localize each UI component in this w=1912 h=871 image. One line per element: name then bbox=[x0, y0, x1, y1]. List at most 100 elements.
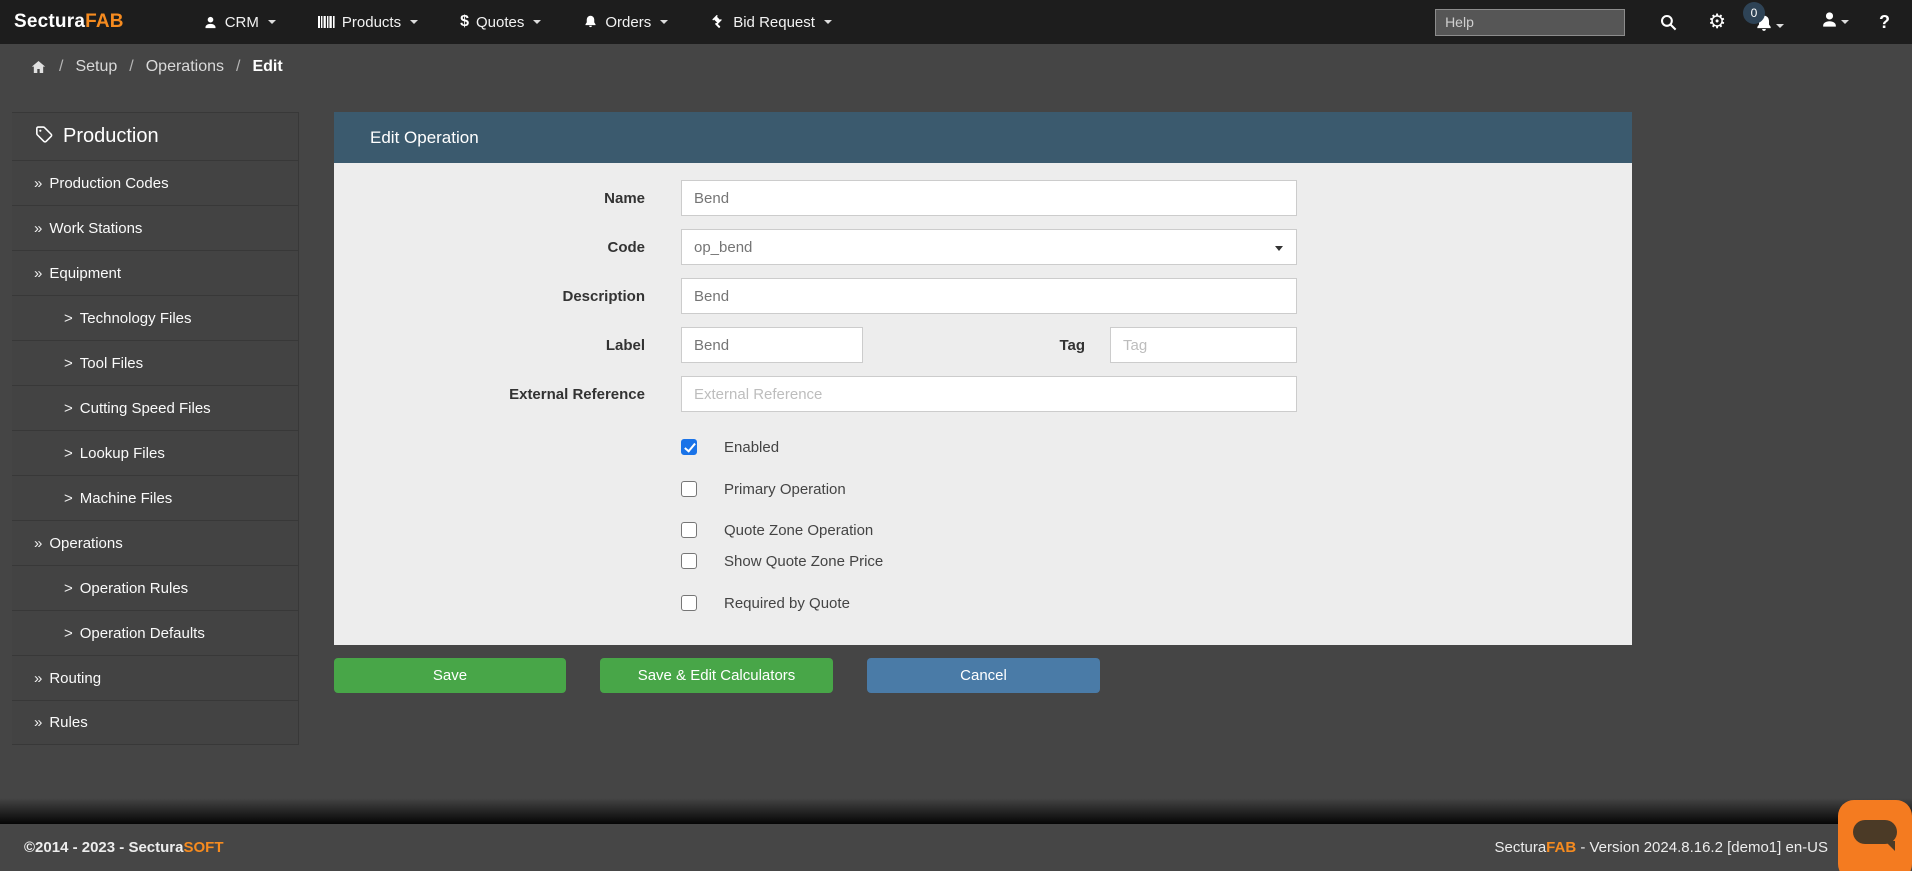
cancel-button[interactable]: Cancel bbox=[867, 658, 1100, 693]
sidebar-item-label: Operation Rules bbox=[80, 580, 188, 597]
required-by-quote-row: Required by Quote bbox=[681, 595, 1632, 611]
chevron-right-icon: > bbox=[64, 355, 73, 372]
enabled-checkbox[interactable] bbox=[681, 439, 697, 455]
chat-bubble-icon bbox=[1852, 818, 1898, 857]
user-icon bbox=[203, 15, 218, 30]
chevron-double-icon: » bbox=[34, 175, 42, 192]
primary-operation-checkbox[interactable] bbox=[681, 481, 697, 497]
menu-crm-label: CRM bbox=[225, 14, 259, 31]
sidebar-item-machine-files[interactable]: >Machine Files bbox=[12, 475, 298, 520]
barcode-icon bbox=[318, 15, 335, 29]
brand-logo[interactable]: SecturaFAB bbox=[14, 11, 124, 33]
show-quote-zone-price-checkbox[interactable] bbox=[681, 553, 697, 569]
sidebar-item-label: Production Codes bbox=[49, 175, 168, 192]
sidebar-header-production[interactable]: Production bbox=[12, 112, 298, 160]
save-edit-calculators-button[interactable]: Save & Edit Calculators bbox=[600, 658, 833, 693]
menu-bid-request[interactable]: Bid Request bbox=[689, 0, 853, 44]
sidebar-item-label: Routing bbox=[49, 670, 101, 687]
main-menu: CRM Products $ Quotes Orders Bid bbox=[182, 0, 853, 44]
sidebar-item-label: Operations bbox=[49, 535, 122, 552]
sidebar-item-work-stations[interactable]: » Work Stations bbox=[12, 205, 298, 250]
sidebar-item-lookup-files[interactable]: >Lookup Files bbox=[12, 430, 298, 475]
tag-icon bbox=[34, 124, 54, 150]
quote-zone-operation-checkbox[interactable] bbox=[681, 522, 697, 538]
footer-brand-soft: SOFT bbox=[183, 839, 223, 856]
sidebar-item-label: Cutting Speed Files bbox=[80, 400, 211, 417]
search-icon[interactable] bbox=[1659, 13, 1678, 32]
chevron-down-icon bbox=[824, 20, 832, 24]
enabled-label: Enabled bbox=[724, 439, 779, 456]
breadcrumb-operations[interactable]: Operations bbox=[146, 58, 224, 76]
chevron-down-icon bbox=[268, 20, 276, 24]
footer-copyright-text: ©2014 - 2023 - bbox=[24, 839, 128, 856]
sidebar-item-routing[interactable]: » Routing bbox=[12, 655, 298, 700]
dollar-icon: $ bbox=[460, 13, 469, 31]
bell-icon bbox=[583, 14, 598, 30]
footer-brand-fab: FAB bbox=[1546, 839, 1576, 856]
code-select[interactable]: op_bend bbox=[681, 229, 1297, 265]
chevron-right-icon: > bbox=[64, 490, 73, 507]
footer: ©2014 - 2023 - SecturaSOFT SecturaFAB - … bbox=[0, 824, 1912, 871]
chevron-double-icon: » bbox=[34, 265, 42, 282]
save-button[interactable]: Save bbox=[334, 658, 566, 693]
label-input[interactable] bbox=[681, 327, 863, 363]
sidebar-item-production-codes[interactable]: » Production Codes bbox=[12, 160, 298, 205]
notifications-menu[interactable]: 0 bbox=[1754, 6, 1784, 39]
code-select-value: op_bend bbox=[694, 239, 752, 256]
breadcrumb: / Setup / Operations / Edit bbox=[0, 44, 1912, 90]
breadcrumb-separator: / bbox=[129, 58, 133, 76]
sidebar-item-cutting-speed-files[interactable]: > Cutting Speed Files bbox=[12, 385, 298, 430]
help-question-icon[interactable]: ? bbox=[1879, 12, 1890, 33]
chevron-double-icon: » bbox=[34, 670, 42, 687]
chevron-double-icon: » bbox=[34, 714, 42, 731]
gear-icon[interactable]: ⚙ bbox=[1708, 12, 1726, 32]
description-row: Description bbox=[334, 278, 1632, 314]
external-reference-row: External Reference bbox=[334, 376, 1632, 412]
name-input[interactable] bbox=[681, 180, 1297, 216]
home-icon[interactable] bbox=[30, 59, 47, 75]
external-reference-label: External Reference bbox=[334, 386, 681, 403]
chevron-right-icon: > bbox=[64, 400, 73, 417]
menu-orders[interactable]: Orders bbox=[562, 0, 689, 44]
checkbox-section: Enabled Primary Operation Quote Zone Ope… bbox=[681, 439, 1632, 611]
required-by-quote-checkbox[interactable] bbox=[681, 595, 697, 611]
navbar-right-cluster: ⚙ 0 ? bbox=[1435, 0, 1912, 44]
sidebar-item-label: Work Stations bbox=[49, 220, 142, 237]
show-quote-zone-price-row: Show Quote Zone Price bbox=[681, 553, 1632, 569]
breadcrumb-setup[interactable]: Setup bbox=[75, 58, 117, 76]
user-menu[interactable] bbox=[1820, 10, 1849, 34]
description-input[interactable] bbox=[681, 278, 1297, 314]
quote-zone-operation-row: Quote Zone Operation bbox=[681, 522, 1632, 538]
chevron-double-icon: » bbox=[34, 220, 42, 237]
menu-products[interactable]: Products bbox=[297, 0, 439, 44]
label-field-label: Label bbox=[334, 337, 681, 354]
notification-badge: 0 bbox=[1743, 2, 1765, 24]
sidebar: Production » Production Codes » Work Stati… bbox=[12, 112, 299, 745]
help-input[interactable] bbox=[1435, 9, 1625, 36]
top-navbar: SecturaFAB CRM Products $ Quotes Orders bbox=[0, 0, 1912, 44]
sidebar-item-technology-files[interactable]: >Technology Files bbox=[12, 295, 298, 340]
sidebar-item-operations[interactable]: »Operations bbox=[12, 520, 298, 565]
external-reference-input[interactable] bbox=[681, 376, 1297, 412]
breadcrumb-separator: / bbox=[236, 58, 240, 76]
sidebar-item-rules[interactable]: »Rules bbox=[12, 700, 298, 745]
chevron-right-icon: > bbox=[64, 445, 73, 462]
sidebar-item-operation-rules[interactable]: >Operation Rules bbox=[12, 565, 298, 610]
sidebar-item-label: Technology Files bbox=[80, 310, 192, 327]
menu-quotes[interactable]: $ Quotes bbox=[439, 0, 562, 44]
sidebar-item-tool-files[interactable]: >Tool Files bbox=[12, 340, 298, 385]
chat-widget-button[interactable] bbox=[1838, 800, 1912, 871]
menu-bid-request-label: Bid Request bbox=[733, 14, 815, 31]
menu-quotes-label: Quotes bbox=[476, 14, 524, 31]
sidebar-item-operation-defaults[interactable]: >Operation Defaults bbox=[12, 610, 298, 655]
enabled-row: Enabled bbox=[681, 439, 1632, 455]
required-by-quote-label: Required by Quote bbox=[724, 595, 850, 612]
menu-crm[interactable]: CRM bbox=[182, 0, 297, 44]
footer-brand-sectura: Sectura bbox=[1494, 839, 1546, 856]
panel-title: Edit Operation bbox=[370, 128, 479, 148]
quote-zone-operation-label: Quote Zone Operation bbox=[724, 522, 873, 539]
tag-input[interactable] bbox=[1110, 327, 1297, 363]
label-tag-row: Label Tag bbox=[334, 327, 1632, 363]
gavel-icon bbox=[710, 14, 726, 30]
sidebar-item-equipment[interactable]: »Equipment bbox=[12, 250, 298, 295]
